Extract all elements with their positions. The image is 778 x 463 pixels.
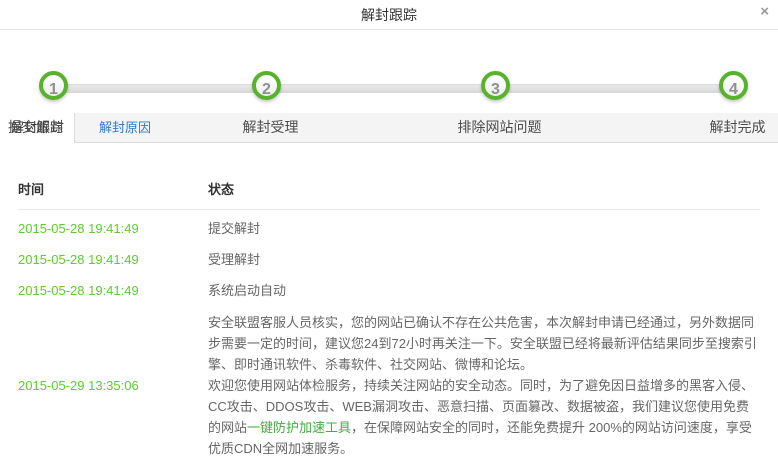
status-text: 安全联盟客服人员核实，您的网站已确认不存在公共危害，本次解封申请已经通过，另外数… [208,315,757,372]
row-time: 2015-05-29 13:35:06 [18,378,208,393]
row-time: 2015-05-28 19:41:49 [18,283,208,298]
row-status: 系统启动自动 [208,280,760,301]
table-row: 2015-05-28 19:41:49 系统启动自动 [18,275,760,306]
dialog-header: 解封跟踪 × [0,0,778,30]
table-row: 2015-05-29 13:35:06 安全联盟客服人员核实，您的网站已确认不存… [18,306,760,463]
column-header-status: 状态 [208,179,760,198]
row-status: 提交解封 [208,218,760,239]
step-1-label: 提交解封 [8,117,64,137]
step-accept: 2 解封受理 [252,71,289,100]
status-text: 受理解封 [208,252,260,267]
status-text: 提交解封 [208,221,260,236]
table-row: 2015-05-28 19:41:49 提交解封 [18,213,760,244]
step-4-circle: 4 [719,71,748,100]
stepper-track [57,84,737,93]
page-title: 解封跟踪 [0,0,778,30]
step-resolve-issues: 3 排除网站问题 [481,71,518,100]
tab-bar-rest: 解封原因 [75,113,778,143]
step-1-circle: 1 [39,71,68,100]
table-header: 时间 状态 [18,179,760,210]
column-header-time: 时间 [18,179,208,198]
table-body: 2015-05-28 19:41:49 提交解封 2015-05-28 19:4… [18,213,760,463]
step-2-label: 解封受理 [243,117,299,137]
unblock-tracking-dialog: 解封跟踪 × 1 提交解封 2 解封受理 3 排除网站问题 4 解封完成 解封跟… [0,0,778,463]
tab-unblock-reason[interactable]: 解封原因 [75,113,175,142]
tracking-table: 时间 状态 2015-05-28 19:41:49 提交解封 2015-05-2… [0,179,778,463]
row-time: 2015-05-28 19:41:49 [18,252,208,267]
status-text: 系统启动自动 [208,283,286,298]
row-status: 安全联盟客服人员核实，您的网站已确认不存在公共危害，本次解封申请已经通过，另外数… [208,312,760,459]
row-time: 2015-05-28 19:41:49 [18,221,208,236]
step-2-circle: 2 [252,71,281,100]
progress-stepper: 1 提交解封 2 解封受理 3 排除网站问题 4 解封完成 [0,30,778,113]
step-submit: 1 提交解封 [39,71,76,100]
close-icon[interactable]: × [760,0,769,24]
protection-tool-link[interactable]: 一键防护加速工具 [247,420,351,435]
row-status: 受理解封 [208,249,760,270]
step-3-label: 排除网站问题 [458,117,542,137]
table-row: 2015-05-28 19:41:49 受理解封 [18,244,760,275]
tab-bar: 解封跟踪 解封原因 [0,113,778,143]
step-complete: 4 解封完成 [719,71,756,100]
step-4-label: 解封完成 [710,117,766,137]
step-3-circle: 3 [481,71,510,100]
